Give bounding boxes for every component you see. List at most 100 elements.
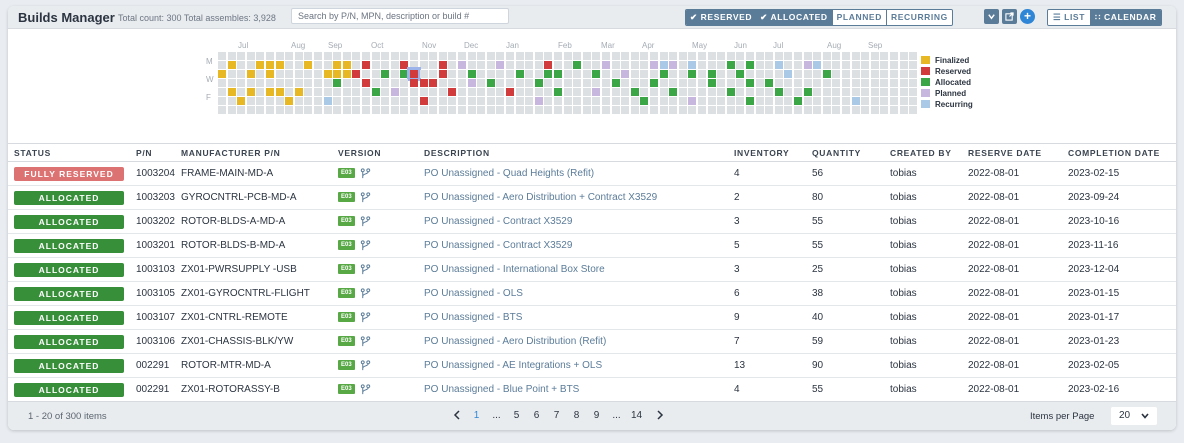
col-version[interactable]: VERSION [332,143,418,162]
calendar-day-cell[interactable] [707,52,716,60]
branch-icon[interactable] [360,216,371,227]
calendar-day-cell[interactable] [419,70,428,78]
calendar-day-cell[interactable] [736,70,745,78]
calendar-day-cell[interactable] [390,79,399,87]
calendar-day-cell[interactable] [438,97,447,105]
table-row[interactable]: ALLOCATED 1003107 ZX01-CNTRL-REMOTE E03 PO U… [8,305,1176,330]
calendar-day-cell[interactable] [448,79,457,87]
calendar-day-cell[interactable] [870,79,879,87]
calendar-day-cell[interactable] [362,106,370,114]
calendar-day-cell[interactable] [525,79,534,87]
calendar-day-cell[interactable] [554,61,562,69]
description-link[interactable]: PO Unassigned - Blue Point + BTS [418,377,728,402]
calendar-day-cell[interactable] [458,79,466,87]
calendar-day-cell[interactable] [400,61,409,69]
calendar-day-cell[interactable] [880,106,889,114]
table-row[interactable]: ALLOCATED 1003201 ROTOR-BLDS-B-MD-A E03 PO U… [8,233,1176,258]
calendar-day-cell[interactable] [909,70,918,78]
calendar-day-cell[interactable] [323,97,332,105]
calendar-day-cell[interactable] [477,61,486,69]
calendar-day-cell[interactable] [448,61,457,69]
calendar-day-cell[interactable] [602,61,610,69]
calendar-day-cell[interactable] [880,52,889,60]
calendar-day-cell[interactable] [861,106,870,114]
calendar-day-cell[interactable] [861,97,870,105]
calendar-day-cell[interactable] [486,97,495,105]
calendar-day-cell[interactable] [400,52,409,60]
calendar-day-cell[interactable] [582,61,591,69]
calendar-day-cell[interactable] [534,52,543,60]
calendar-day-cell[interactable] [899,52,908,60]
calendar-day-cell[interactable] [784,97,793,105]
calendar-day-cell[interactable] [909,97,918,105]
calendar-day-cell[interactable] [899,70,908,78]
calendar-day-cell[interactable] [746,70,754,78]
calendar-day-cell[interactable] [419,106,428,114]
calendar-day-cell[interactable] [640,61,649,69]
calendar-day-cell[interactable] [765,61,774,69]
calendar-day-cell[interactable] [621,106,630,114]
version-badge[interactable]: E03 [338,216,355,227]
calendar-day-cell[interactable] [438,88,447,96]
calendar-day-cell[interactable] [861,61,870,69]
calendar-day-cell[interactable] [448,88,457,96]
calendar-day-cell[interactable] [496,61,505,69]
calendar-day-cell[interactable] [813,106,822,114]
calendar-day-cell[interactable] [467,88,476,96]
calendar-day-cell[interactable] [419,97,428,105]
calendar-day-cell[interactable] [842,61,850,69]
next-page-icon[interactable] [651,410,668,423]
description-link[interactable]: PO Unassigned - AE Integrations + OLS [418,353,728,378]
calendar-day-cell[interactable] [227,88,236,96]
calendar-day-cell[interactable] [822,97,831,105]
calendar-day-cell[interactable] [448,106,457,114]
calendar-day-cell[interactable] [333,79,342,87]
calendar-day-cell[interactable] [515,70,524,78]
calendar-day-cell[interactable] [861,70,870,78]
calendar-day-cell[interactable] [525,70,534,78]
version-badge[interactable]: E03 [338,168,355,179]
calendar-day-cell[interactable] [746,106,754,114]
calendar-day-cell[interactable] [640,88,649,96]
table-row[interactable]: ALLOCATED 1003103 ZX01-PWRSUPPLY -USB E03 PO… [8,257,1176,282]
calendar-day-cell[interactable] [304,106,313,114]
calendar-day-cell[interactable] [506,97,514,105]
calendar-day-cell[interactable] [342,70,351,78]
calendar-day-cell[interactable] [832,61,841,69]
calendar-day-cell[interactable] [803,61,812,69]
calendar-day-cell[interactable] [813,61,822,69]
page-14-button[interactable]: 14 [628,410,645,423]
calendar-day-cell[interactable] [285,88,294,96]
calendar-day-cell[interactable] [774,70,783,78]
calendar-day-cell[interactable] [534,61,543,69]
calendar-day-cell[interactable] [611,97,620,105]
calendar-day-cell[interactable] [621,88,630,96]
calendar-day-cell[interactable] [592,79,601,87]
calendar-day-cell[interactable] [842,52,850,60]
calendar-day-cell[interactable] [890,70,898,78]
calendar-day-cell[interactable] [621,79,630,87]
calendar-day-cell[interactable] [448,97,457,105]
calendar-day-cell[interactable] [822,79,831,87]
calendar-day-cell[interactable] [630,79,639,87]
calendar-day-cell[interactable] [746,61,754,69]
version-badge[interactable]: E03 [338,192,355,203]
calendar-day-cell[interactable] [765,79,774,87]
calendar-day-cell[interactable] [400,70,409,78]
calendar-day-cell[interactable] [458,52,466,60]
calendar-day-cell[interactable] [678,52,687,60]
calendar-day-cell[interactable] [794,97,802,105]
calendar-day-cell[interactable] [294,52,303,60]
calendar-day-cell[interactable] [218,70,226,78]
calendar-day-cell[interactable] [381,97,390,105]
calendar-day-cell[interactable] [822,61,831,69]
calendar-day-cell[interactable] [381,88,390,96]
calendar-day-cell[interactable] [870,70,879,78]
calendar-day-cell[interactable] [880,70,889,78]
calendar-day-cell[interactable] [390,97,399,105]
calendar-day-cell[interactable] [554,79,562,87]
col-reserve-date[interactable]: RESERVE DATE [962,143,1062,162]
calendar-day-cell[interactable] [429,79,438,87]
calendar-day-cell[interactable] [611,79,620,87]
col-quantity[interactable]: QUANTITY [806,143,884,162]
